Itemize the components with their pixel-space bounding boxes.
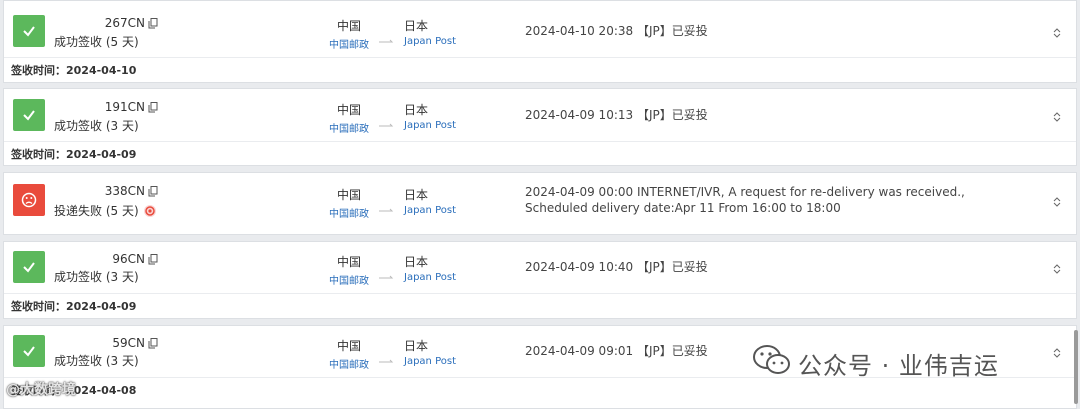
- origin-country: 中国: [336, 188, 361, 202]
- success-status-icon: [13, 251, 45, 283]
- dest-carrier-link[interactable]: Japan Post: [404, 205, 456, 216]
- shipment-card: 96CN 成功签收 (3 天) 中国 中国邮政 日本 Japan Post 20…: [3, 241, 1077, 319]
- origin-country: 中国: [336, 103, 361, 117]
- origin-carrier-link[interactable]: 中国邮政: [326, 356, 372, 371]
- route-arrow-icon: [378, 198, 396, 217]
- route-arrow-icon: [378, 349, 396, 368]
- route-arrow-icon: [378, 29, 396, 48]
- status-text: 成功签收 (3 天): [54, 354, 139, 368]
- origin: 中国 中国邮政: [326, 17, 372, 51]
- dest-country: 日本: [404, 103, 429, 117]
- delivery-date: 签收时间：2024-04-09: [4, 293, 1076, 319]
- delivery-date: 签收时间：2024-04-09: [4, 141, 1076, 166]
- copy-icon[interactable]: [148, 102, 158, 116]
- origin-country: 中国: [336, 19, 361, 33]
- latest-event: 2024-04-09 00:00 INTERNET/IVR, A request…: [525, 185, 965, 215]
- watermark-text: 公众号 · 业伟吉运: [798, 351, 999, 380]
- destination: 日本 Japan Post: [404, 101, 456, 131]
- tracking-number[interactable]: 59CN: [54, 336, 158, 352]
- dest-country: 日本: [404, 19, 429, 33]
- success-status-icon: [13, 335, 45, 367]
- watermark-secondary: @大数跨境: [6, 382, 76, 398]
- tracking-number[interactable]: 267CN: [54, 16, 158, 32]
- route-arrow-icon: [378, 265, 396, 284]
- scrollbar[interactable]: [1074, 330, 1078, 404]
- destination: 日本 Japan Post: [404, 253, 456, 283]
- copy-icon[interactable]: [148, 254, 158, 268]
- latest-event: 2024-04-10 20:38 【JP】已妥投: [525, 24, 708, 38]
- dest-carrier-link[interactable]: Japan Post: [404, 120, 456, 131]
- origin-carrier-link[interactable]: 中国邮政: [326, 36, 372, 51]
- latest-event: 2024-04-09 10:13 【JP】已妥投: [525, 108, 708, 122]
- expand-icon[interactable]: [1053, 260, 1061, 279]
- tracking-number[interactable]: 338CN: [54, 184, 158, 200]
- expand-icon[interactable]: [1053, 193, 1061, 212]
- shipment-card: 191CN 成功签收 (3 天) 中国 中国邮政 日本 Japan Post 2…: [3, 88, 1077, 166]
- alert-target-icon[interactable]: [143, 204, 157, 221]
- dest-country: 日本: [404, 188, 429, 202]
- watermark: 公众号 · 业伟吉运: [752, 344, 999, 382]
- expand-icon[interactable]: [1053, 108, 1061, 127]
- origin: 中国 中国邮政: [326, 186, 372, 220]
- dest-carrier-link[interactable]: Japan Post: [404, 272, 456, 283]
- dest-carrier-link[interactable]: Japan Post: [404, 356, 456, 367]
- origin-carrier-link[interactable]: 中国邮政: [326, 120, 372, 135]
- success-status-icon: [13, 99, 45, 131]
- status-text: 成功签收 (5 天): [54, 35, 139, 49]
- origin: 中国 中国邮政: [326, 253, 372, 287]
- destination: 日本 Japan Post: [404, 17, 456, 47]
- copy-icon[interactable]: [148, 338, 158, 352]
- shipment-card: 338CN 投递失败 (5 天) 中国 中国邮政 日本 Japan Post 2…: [3, 172, 1077, 235]
- origin-carrier-link[interactable]: 中国邮政: [326, 205, 372, 220]
- shipment-card: 267CN 成功签收 (5 天) 中国 中国邮政 日本 Japan Post 2…: [3, 0, 1077, 83]
- failed-status-icon: [13, 184, 45, 216]
- route-arrow-icon: [378, 113, 396, 132]
- status-text: 投递失败 (5 天): [54, 202, 157, 221]
- dest-country: 日本: [404, 339, 429, 353]
- success-status-icon: [13, 15, 45, 47]
- origin: 中国 中国邮政: [326, 337, 372, 371]
- latest-event: 2024-04-09 10:40 【JP】已妥投: [525, 260, 708, 274]
- origin: 中国 中国邮政: [326, 101, 372, 135]
- copy-icon[interactable]: [148, 186, 158, 200]
- expand-icon[interactable]: [1053, 24, 1061, 43]
- tracking-number[interactable]: 96CN: [54, 252, 158, 268]
- dest-carrier-link[interactable]: Japan Post: [404, 36, 456, 47]
- origin-country: 中国: [336, 339, 361, 353]
- origin-country: 中国: [336, 255, 361, 269]
- status-text: 成功签收 (3 天): [54, 270, 139, 284]
- destination: 日本 Japan Post: [404, 337, 456, 367]
- dest-country: 日本: [404, 255, 429, 269]
- destination: 日本 Japan Post: [404, 186, 456, 216]
- wechat-logo-icon: [752, 344, 792, 382]
- expand-icon[interactable]: [1053, 344, 1061, 363]
- tracking-number[interactable]: 191CN: [54, 100, 158, 116]
- status-text: 成功签收 (3 天): [54, 119, 139, 133]
- copy-icon[interactable]: [148, 18, 158, 32]
- delivery-date: 签收时间：2024-04-10: [4, 57, 1076, 83]
- origin-carrier-link[interactable]: 中国邮政: [326, 272, 372, 287]
